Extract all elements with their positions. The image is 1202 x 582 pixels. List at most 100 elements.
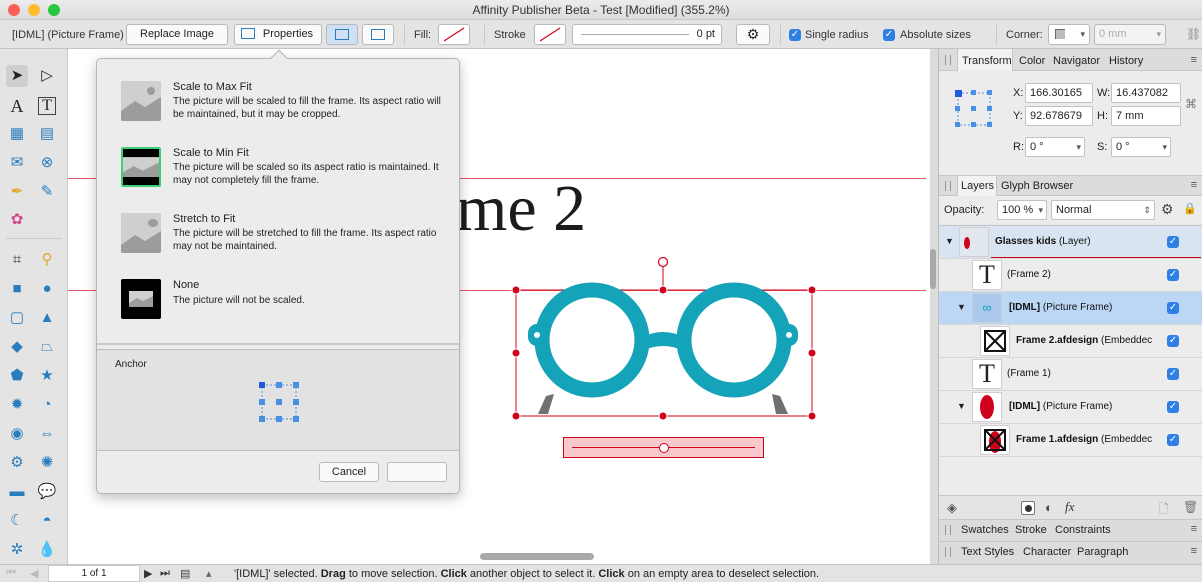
- w-field[interactable]: 16.437082: [1111, 83, 1181, 103]
- tab-transform[interactable]: Transform: [957, 49, 1013, 71]
- disclosure-triangle-icon[interactable]: ▼: [945, 236, 954, 246]
- tab-constraints[interactable]: Constraints: [1055, 524, 1111, 536]
- pie-tool-icon[interactable]: ◔: [36, 394, 58, 416]
- tab-color[interactable]: Color: [1019, 55, 1045, 67]
- layer-row[interactable]: Frame 1.afdesign (Embeddec ✓: [939, 424, 1202, 457]
- fill-tool-icon[interactable]: ⚲: [36, 249, 58, 271]
- transform-anchor-icon[interactable]: [955, 90, 993, 128]
- layer-row[interactable]: ▼ [IDML] (Picture Frame) ✓: [939, 391, 1202, 424]
- next-page-icon[interactable]: ▶: [144, 567, 152, 580]
- lock-icon[interactable]: ⛓: [1186, 27, 1201, 41]
- layer-visibility-checkbox[interactable]: ✓: [1167, 335, 1179, 347]
- replace-image-button[interactable]: Replace Image: [126, 24, 228, 45]
- frame-heading[interactable]: me 2: [456, 171, 586, 247]
- frame-layout-button-1[interactable]: [326, 24, 358, 45]
- segment-tool-icon[interactable]: ◓: [36, 510, 58, 532]
- rotation-field[interactable]: 0 ° ▾: [1025, 137, 1085, 157]
- panel-menu-icon[interactable]: ≡: [1191, 179, 1197, 191]
- frame-text-tool-icon[interactable]: T: [38, 97, 56, 115]
- crop-tool-icon[interactable]: ⌗: [6, 249, 28, 271]
- panel-grip-icon[interactable]: [945, 181, 951, 191]
- diamond-tool-icon[interactable]: ◆: [6, 336, 28, 358]
- panel-grip-icon[interactable]: [945, 55, 951, 65]
- picture-frame-ellipse-tool-icon[interactable]: ⊗: [36, 152, 58, 174]
- cloud-tool-icon[interactable]: ✺: [36, 452, 58, 474]
- layer-visibility-checkbox[interactable]: ✓: [1167, 368, 1179, 380]
- cancel-button[interactable]: Cancel: [319, 462, 379, 482]
- pinned-layout-tool-icon[interactable]: ▤: [36, 123, 58, 145]
- slider-thumb[interactable]: [659, 443, 669, 453]
- donut-tool-icon[interactable]: ◉: [6, 423, 28, 445]
- single-radius-checkbox[interactable]: ✓: [789, 29, 801, 41]
- panel-grip-icon[interactable]: [945, 525, 951, 535]
- glasses-picture-frame[interactable]: [508, 254, 818, 464]
- gear-icon[interactable]: ⚙: [736, 24, 770, 45]
- layer-visibility-checkbox[interactable]: ✓: [1167, 434, 1179, 446]
- ellipse-tool-icon[interactable]: ●: [36, 278, 58, 300]
- ok-button[interactable]: [387, 462, 447, 482]
- horizontal-scrollbar[interactable]: [480, 553, 594, 560]
- option-scale-to-min-fit[interactable]: Scale to Min Fit The picture will be sca…: [97, 135, 459, 195]
- rounded-rectangle-tool-icon[interactable]: ▢: [6, 307, 28, 329]
- pages-icon[interactable]: ▤: [180, 567, 190, 580]
- tab-paragraph[interactable]: Paragraph: [1077, 546, 1128, 558]
- tab-swatches[interactable]: Swatches: [961, 524, 1009, 536]
- h-field[interactable]: 7 mm: [1111, 106, 1181, 126]
- layer-row[interactable]: ▼ Glasses kids (Layer) ✓: [939, 226, 1202, 259]
- trash-icon[interactable]: 🗑: [1183, 500, 1198, 514]
- link-aspect-icon[interactable]: ⌘: [1185, 97, 1197, 111]
- tab-text-styles[interactable]: Text Styles: [961, 546, 1014, 558]
- vertical-scrollbar[interactable]: [930, 249, 936, 289]
- callout-ellipse-tool-icon[interactable]: 💬: [36, 481, 58, 503]
- tab-stroke[interactable]: Stroke: [1015, 524, 1047, 536]
- pen-tool-icon[interactable]: ✒: [6, 181, 28, 203]
- layer-row-selected[interactable]: ▼ ∞ [IDML] (Picture Frame) ✓: [939, 292, 1202, 325]
- gear-shape-tool-icon[interactable]: ✲: [6, 539, 28, 561]
- tab-navigator[interactable]: Navigator: [1053, 55, 1100, 67]
- table-tool-icon[interactable]: ▦: [6, 123, 28, 145]
- picture-frame-rect-tool-icon[interactable]: ✉: [6, 152, 28, 174]
- move-tool-icon[interactable]: ➤: [6, 65, 28, 87]
- mask-icon[interactable]: [1021, 501, 1035, 515]
- tear-tool-icon[interactable]: 💧: [36, 539, 58, 561]
- stroke-width-slider[interactable]: 0 pt: [572, 24, 722, 45]
- frame-layout-button-2[interactable]: [362, 24, 394, 45]
- previous-page-icon[interactable]: ◀: [30, 567, 38, 580]
- burst-tool-icon[interactable]: ✹: [6, 394, 28, 416]
- tab-character[interactable]: Character: [1023, 546, 1071, 558]
- y-field[interactable]: 92.678679: [1025, 106, 1093, 126]
- panel-menu-icon[interactable]: ≡: [1191, 545, 1197, 557]
- option-stretch-to-fit[interactable]: Stretch to Fit The picture will be stret…: [97, 201, 459, 261]
- option-scale-to-max-fit[interactable]: Scale to Max Fit The picture will be sca…: [97, 69, 459, 129]
- layer-row[interactable]: T (Frame 2) ✓: [939, 259, 1202, 292]
- color-picker-tool-icon[interactable]: ✿: [6, 209, 28, 231]
- disclosure-triangle-icon[interactable]: ▼: [957, 401, 966, 411]
- star-tool-icon[interactable]: ★: [36, 365, 58, 387]
- absolute-sizes-checkbox[interactable]: ✓: [883, 29, 895, 41]
- trapezoid-tool-icon[interactable]: ⏢: [36, 336, 58, 358]
- page-indicator[interactable]: 1 of 1: [48, 565, 140, 582]
- pencil-tool-icon[interactable]: ✎: [36, 181, 58, 203]
- image-scale-slider[interactable]: [563, 437, 764, 458]
- stroke-swatch[interactable]: [534, 24, 566, 45]
- layer-visibility-checkbox[interactable]: ✓: [1167, 302, 1179, 314]
- tab-history[interactable]: History: [1109, 55, 1143, 67]
- shear-field[interactable]: 0 ° ▾: [1111, 137, 1171, 157]
- disclosure-triangle-icon[interactable]: ▼: [957, 302, 966, 312]
- triangle-tool-icon[interactable]: ▲: [36, 307, 58, 329]
- first-page-icon[interactable]: ⏮: [6, 567, 16, 580]
- polygon-tool-icon[interactable]: ⬟: [6, 365, 28, 387]
- node-tool-icon[interactable]: ▷: [36, 65, 58, 87]
- fill-swatch[interactable]: [438, 24, 470, 45]
- layer-row[interactable]: Frame 2.afdesign (Embeddec ✓: [939, 325, 1202, 358]
- option-none[interactable]: None The picture will not be scaled.: [97, 267, 459, 327]
- lock-icon[interactable]: 🔒: [1183, 202, 1197, 215]
- layer-visibility-checkbox[interactable]: ✓: [1167, 401, 1179, 413]
- tab-glyph-browser[interactable]: Glyph Browser: [1001, 180, 1073, 192]
- layer-visibility-checkbox[interactable]: ✓: [1167, 236, 1179, 248]
- callout-rect-tool-icon[interactable]: ▬: [6, 481, 28, 503]
- anchor-selector[interactable]: [259, 382, 299, 422]
- tab-layers[interactable]: Layers: [957, 176, 997, 196]
- layers-stack-icon[interactable]: ◈: [947, 500, 957, 516]
- cog-shape-tool-icon[interactable]: ⚙: [6, 452, 28, 474]
